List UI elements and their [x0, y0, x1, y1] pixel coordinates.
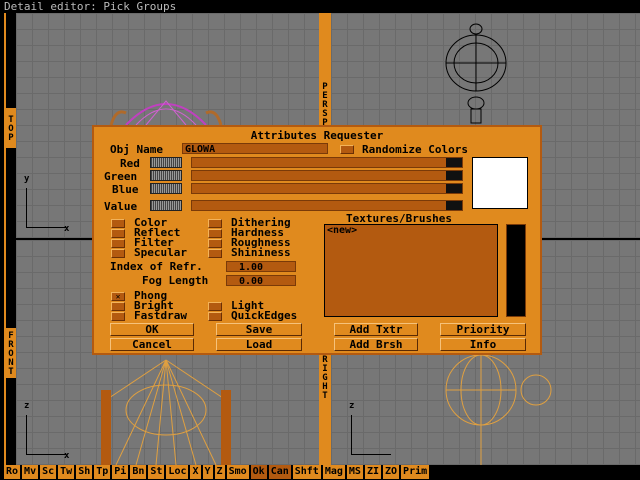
add-brush-button[interactable]: Add Brsh	[334, 338, 418, 351]
viewport-label-top: TOP	[6, 108, 16, 148]
dithering-checkbox[interactable]	[208, 219, 222, 228]
value-label: Value	[104, 200, 138, 213]
green-preview	[150, 170, 182, 181]
obj-name-label: Obj Name	[110, 143, 163, 156]
save-button[interactable]: Save	[216, 323, 302, 336]
right-axes: z	[349, 401, 395, 455]
textures-list-item[interactable]: <new>	[327, 225, 497, 236]
roughness-checkbox[interactable]	[208, 239, 222, 248]
tool-bend-button[interactable]: Bn	[130, 465, 147, 479]
specular-option-label: Specular	[134, 246, 187, 259]
specular-checkbox[interactable]	[111, 249, 125, 258]
phong-checkbox[interactable]: ✕	[111, 292, 125, 301]
cancel-button[interactable]: Cancel	[110, 338, 194, 351]
shininess-checkbox[interactable]	[208, 249, 222, 258]
fastdraw-label: Fastdraw	[134, 309, 187, 322]
shininess-option-label: Shininess	[231, 246, 291, 259]
color-checkbox[interactable]	[111, 219, 125, 228]
green-slider[interactable]	[191, 170, 463, 181]
priority-button[interactable]: Priority	[440, 323, 526, 336]
blue-label: Blue	[112, 183, 139, 196]
randomize-colors-label: Randomize Colors	[362, 143, 468, 156]
magnify-button[interactable]: Mag	[322, 465, 345, 479]
red-label: Red	[120, 157, 140, 170]
primitives-button[interactable]: Prim	[401, 465, 430, 479]
top-axes: y x	[24, 174, 70, 234]
red-preview	[150, 157, 182, 168]
tool-shear-button[interactable]: Sh	[76, 465, 93, 479]
tool-twist-button[interactable]: Tw	[58, 465, 75, 479]
hardness-checkbox[interactable]	[208, 229, 222, 238]
window-title: Detail editor: Pick Groups	[0, 0, 640, 13]
filter-checkbox[interactable]	[111, 239, 125, 248]
tool-stretch-button[interactable]: St	[148, 465, 165, 479]
red-slider[interactable]	[191, 157, 463, 168]
tool-move-button[interactable]: Mv	[22, 465, 39, 479]
blue-slider-knob[interactable]	[446, 184, 462, 193]
shift-button[interactable]: Shft	[292, 465, 321, 479]
value-preview	[150, 200, 182, 211]
fog-length-label: Fog Length	[142, 274, 209, 287]
fastdraw-checkbox[interactable]	[111, 312, 125, 321]
add-texture-button[interactable]: Add Txtr	[334, 323, 418, 336]
obj-name-field[interactable]: GLOWA	[182, 143, 328, 155]
red-slider-knob[interactable]	[446, 158, 462, 167]
viewport-label-persp-overlay: PERSP	[320, 78, 330, 130]
value-slider[interactable]	[191, 200, 463, 211]
viewport-label-front: FRONT	[6, 328, 16, 378]
ok-button[interactable]: OK	[110, 323, 194, 336]
tool-smooth-button[interactable]: Smo	[226, 465, 249, 479]
value-slider-knob[interactable]	[446, 201, 462, 210]
blue-preview	[150, 183, 182, 194]
quickedges-checkbox[interactable]	[208, 312, 222, 321]
tool-pinch-button[interactable]: Pi	[112, 465, 129, 479]
quickedges-label: QuickEdges	[231, 309, 298, 322]
axis-x-button[interactable]: X	[190, 465, 201, 479]
tool-local-button[interactable]: Loc	[166, 465, 189, 479]
textures-list[interactable]: <new>	[324, 224, 498, 317]
attributes-dialog: Attributes Requester Obj Name GLOWA Rand…	[92, 125, 542, 355]
front-axes: z x	[24, 401, 70, 461]
tool-scale-button[interactable]: Sc	[40, 465, 57, 479]
green-slider-knob[interactable]	[446, 171, 462, 180]
info-button[interactable]: Info	[440, 338, 526, 351]
viewport-border-left	[4, 13, 6, 465]
zoom-out-button[interactable]: ZO	[383, 465, 400, 479]
textures-scrollbar[interactable]	[506, 224, 526, 317]
randomize-colors-checkbox[interactable]	[340, 145, 354, 154]
index-refraction-field[interactable]: 1.00	[226, 261, 296, 273]
index-refraction-label: Index of Refr.	[110, 260, 203, 273]
light-checkbox[interactable]	[208, 302, 222, 311]
cancel-toolbar-button[interactable]: Can	[268, 465, 291, 479]
tool-taper-button[interactable]: Tp	[94, 465, 111, 479]
bright-checkbox[interactable]	[111, 302, 125, 311]
dialog-title: Attributes Requester	[250, 129, 384, 142]
bottom-toolbar: Ro Mv Sc Tw Sh Tp Pi Bn St Loc X Y Z Smo…	[4, 465, 430, 479]
reflect-checkbox[interactable]	[111, 229, 125, 238]
ok-toolbar-button[interactable]: Ok	[250, 465, 267, 479]
green-label: Green	[104, 170, 138, 183]
zoom-in-button[interactable]: ZI	[364, 465, 381, 479]
color-swatch	[472, 157, 528, 209]
blue-slider[interactable]	[191, 183, 463, 194]
fog-length-field[interactable]: 0.00	[226, 275, 296, 287]
ms-button[interactable]: MS	[346, 465, 363, 479]
viewport-label-right: RIGHT	[320, 355, 330, 400]
tool-rotate-button[interactable]: Ro	[4, 465, 21, 479]
load-button[interactable]: Load	[216, 338, 302, 351]
axis-y-button[interactable]: Y	[202, 465, 213, 479]
axis-z-button[interactable]: Z	[214, 465, 225, 479]
